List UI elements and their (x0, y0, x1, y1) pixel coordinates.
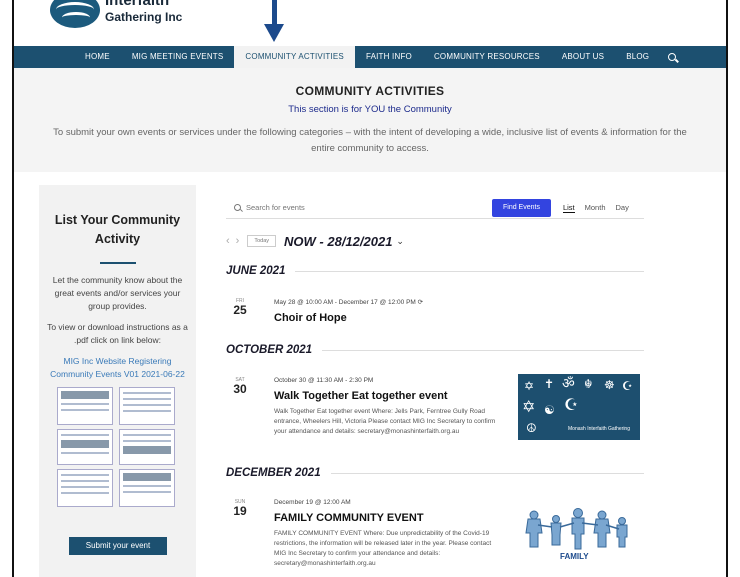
event-date: FRI 25 (226, 298, 254, 316)
date-navigation: ‹ › Today NOW - 28/12/2021 ⌄ (226, 234, 410, 249)
events-search-input[interactable] (246, 203, 486, 212)
search-icon (234, 204, 241, 211)
event-item: SAT 30 October 30 @ 11:30 AM - 2:30 PM W… (226, 374, 644, 457)
event-item: FRI 25 May 28 @ 10:00 AM - December 17 @… (226, 298, 644, 338)
nav-item-mig-meeting-events[interactable]: MIG MEETING EVENTS (121, 46, 235, 68)
month-separator: OCTOBER 2021 (226, 344, 644, 356)
page-banner: COMMUNITY ACTIVITIES This section is for… (14, 68, 726, 172)
sidebar-panel: List Your Community Activity Let the com… (39, 185, 196, 577)
star-of-david-icon: ✡ (522, 399, 536, 416)
nav-item-community-activities[interactable]: COMMUNITY ACTIVITIES (234, 46, 355, 68)
event-image-interfaith[interactable]: ✡ ✝ ॐ ☬ ☸ ☪ ✡ ☯ ☪ ☮ Monash Interfaith Ga… (518, 374, 640, 440)
crescent-icon: ☪ (564, 397, 579, 414)
month-label: DECEMBER 2021 (226, 467, 321, 479)
family-image-label: FAMILY (560, 552, 589, 561)
month-separator: JUNE 2021 (226, 265, 644, 277)
browser-frame: Interfaith Gathering Inc HOME MIG MEETIN… (12, 0, 728, 577)
event-time: May 28 @ 10:00 AM - December 17 @ 12:00 … (274, 299, 424, 306)
chevron-left-icon[interactable]: ‹ (226, 235, 230, 247)
logo-mark-icon (50, 0, 100, 28)
view-day-tab[interactable]: Day (616, 203, 629, 213)
dharma-wheel-icon: ☸ (604, 378, 615, 392)
event-body: October 30 @ 11:30 AM - 2:30 PM Walk Tog… (274, 377, 504, 437)
event-day: 19 (233, 504, 247, 518)
view-switcher: List Month Day (562, 203, 639, 213)
event-title[interactable]: FAMILY COMMUNITY EVENT (274, 512, 504, 524)
event-day: 25 (233, 303, 247, 317)
month-label: OCTOBER 2021 (226, 344, 313, 356)
submit-event-button[interactable]: Submit your event (69, 537, 167, 555)
event-date: SUN 19 (226, 499, 254, 517)
chevron-right-icon[interactable]: › (236, 235, 240, 247)
view-list-tab[interactable]: List (562, 203, 575, 213)
logo-line1: Interfaith (105, 0, 170, 9)
events-search-bar: Find Events List Month Day (226, 197, 644, 219)
page-title: COMMUNITY ACTIVITIES (295, 84, 445, 98)
sidebar-text: Let the community know about the great e… (52, 275, 183, 311)
event-image-family[interactable]: FAMILY (520, 505, 642, 561)
cross-icon: ✝ (544, 377, 555, 391)
event-title[interactable]: Choir of Hope (274, 312, 504, 324)
site-header: Interfaith Gathering Inc (14, 0, 726, 46)
star-of-david-icon: ✡ (524, 379, 535, 393)
family-figures-icon (525, 508, 628, 550)
event-date: SAT 30 (226, 377, 254, 395)
event-body: December 19 @ 12:00 AM FAMILY COMMUNITY … (274, 499, 504, 569)
annotation-arrow-icon (264, 0, 284, 44)
today-button[interactable]: Today (247, 235, 277, 247)
sidebar-divider (99, 262, 136, 264)
nav-item-community-resources[interactable]: COMMUNITY RESOURCES (423, 46, 551, 68)
date-range-picker[interactable]: NOW - 28/12/2021 (284, 234, 392, 249)
page-subtitle: This section is for YOU the Community (288, 104, 452, 115)
event-description: FAMILY COMMUNITY EVENT Where: Due unpred… (274, 530, 492, 567)
month-separator: DECEMBER 2021 (226, 467, 644, 479)
instructions-thumbnail[interactable] (56, 387, 179, 507)
month-label: JUNE 2021 (226, 265, 286, 277)
events-main: Find Events List Month Day ‹ › Today NOW… (226, 185, 656, 577)
interfaith-image-label: Monash Interfaith Gathering (568, 426, 630, 432)
event-time: October 30 @ 11:30 AM - 2:30 PM (274, 377, 374, 384)
event-title[interactable]: Walk Together Eat together event (274, 390, 504, 402)
om-icon: ॐ (562, 375, 575, 391)
view-month-tab[interactable]: Month (585, 203, 606, 213)
logo-line2: Gathering Inc (105, 10, 183, 24)
event-item: SUN 19 December 19 @ 12:00 AM FAMILY COM… (226, 499, 644, 577)
nav-item-about-us[interactable]: ABOUT US (551, 46, 615, 68)
recurring-icon: ⟳ (417, 299, 424, 306)
event-body: May 28 @ 10:00 AM - December 17 @ 12:00 … (274, 298, 504, 324)
main-nav: HOME MIG MEETING EVENTS COMMUNITY ACTIVI… (14, 46, 726, 68)
nav-item-blog[interactable]: BLOG (615, 46, 660, 68)
page-description: To submit your own events or services un… (53, 127, 687, 154)
khanda-icon: ☬ (584, 377, 593, 391)
event-time: December 19 @ 12:00 AM (274, 499, 351, 506)
chevron-down-icon[interactable]: ⌄ (396, 236, 404, 247)
event-day: 30 (233, 382, 247, 396)
crescent-icon: ☪ (622, 379, 633, 393)
yin-yang-icon: ☯ (544, 403, 555, 417)
peace-icon: ☮ (526, 421, 537, 435)
nav-item-faith-info[interactable]: FAITH INFO (355, 46, 423, 68)
instructions-pdf-link[interactable]: MIG Inc Website Registering Community Ev… (39, 355, 196, 381)
search-icon[interactable] (668, 53, 677, 61)
site-logo[interactable]: Interfaith Gathering Inc (50, 0, 210, 30)
nav-item-home[interactable]: HOME (74, 46, 121, 68)
sidebar-heading: List Your Community Activity (54, 213, 181, 246)
find-events-button[interactable]: Find Events (492, 198, 551, 217)
event-description: Walk Together Eat together event Where: … (274, 408, 496, 435)
sidebar-instructions: To view or download instructions as a .p… (47, 322, 188, 345)
